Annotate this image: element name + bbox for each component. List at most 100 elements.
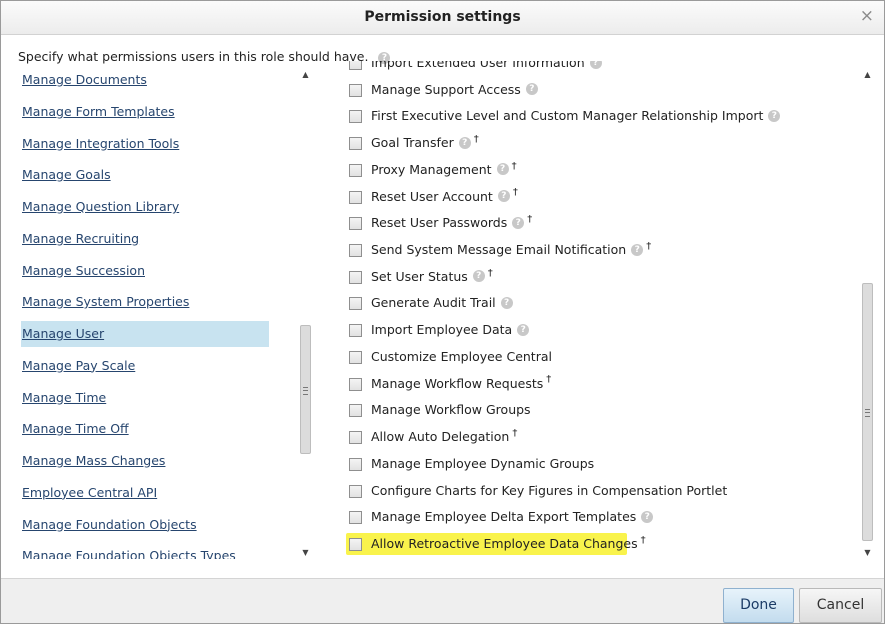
dagger-icon: † [512,187,518,199]
category-link[interactable]: Manage User [22,326,104,341]
permission-label[interactable]: Proxy Management [371,162,492,177]
cancel-button[interactable]: Cancel [799,588,882,623]
permission-label[interactable]: Customize Employee Central [371,349,552,364]
category-item[interactable]: Manage Pay Scale [21,353,269,379]
category-item[interactable]: Manage User [21,321,269,347]
help-icon[interactable]: ? [458,136,471,149]
permission-checkbox[interactable] [349,377,362,391]
category-link[interactable]: Employee Central API [22,485,157,500]
category-link[interactable]: Manage Question Library [22,199,179,214]
help-icon[interactable]: ? [472,270,485,283]
category-link[interactable]: Manage Pay Scale [22,358,135,373]
permission-checkbox[interactable] [349,244,362,258]
permission-label[interactable]: Configure Charts for Key Figures in Comp… [371,483,727,498]
permission-checkbox[interactable] [349,404,362,418]
permission-label[interactable]: Import Employee Data [371,322,512,337]
permission-checkbox[interactable] [349,484,362,498]
category-item[interactable]: Manage Mass Changes [21,448,269,474]
category-link[interactable]: Manage Goals [22,167,111,182]
permission-checkbox[interactable] [349,270,362,284]
permission-label[interactable]: Generate Audit Trail [371,295,496,310]
permission-label[interactable]: Reset User Account [371,189,493,204]
help-icon[interactable]: ? [497,190,510,203]
category-link[interactable]: Manage Succession [22,263,145,278]
category-item[interactable]: Employee Central API [21,480,269,506]
category-link[interactable]: Manage Form Templates [22,104,175,119]
permission-label[interactable]: Allow Auto Delegation [371,429,509,444]
category-item[interactable]: Manage System Properties [21,289,269,315]
permission-checkbox[interactable] [349,217,362,231]
permission-label[interactable]: Allow Retroactive Employee Data Changes [371,536,638,551]
scroll-up-arrow-icon[interactable]: ▲ [299,69,312,81]
permission-label[interactable]: Manage Workflow Groups [371,402,531,417]
permission-checkbox[interactable] [349,324,362,338]
category-link[interactable]: Manage Recruiting [22,231,139,246]
help-icon[interactable]: ? [525,83,538,96]
permission-checkbox[interactable] [349,297,362,311]
category-item[interactable]: Manage Goals [21,162,269,188]
permission-checkbox[interactable] [349,61,362,70]
permission-label-group: Set User Status? † [371,268,493,284]
category-item[interactable]: Manage Integration Tools [21,131,269,157]
category-item[interactable]: Manage Foundation Objects Types [21,543,269,559]
permission-checkbox[interactable] [349,537,362,551]
permission-label-group: Reset User Passwords? † [371,215,532,231]
help-icon[interactable]: ? [631,243,644,256]
category-link[interactable]: Manage Time [22,390,106,405]
scroll-down-arrow-icon[interactable]: ▼ [861,547,874,559]
category-link[interactable]: Manage System Properties [22,294,189,309]
category-list-scrollbar[interactable]: ▲ ▼ [299,69,312,559]
permission-label-group: Import Employee Data? [371,322,530,337]
permission-checkbox[interactable] [349,457,362,471]
help-icon[interactable]: ? [641,510,654,523]
permission-label[interactable]: Goal Transfer [371,135,454,150]
help-icon[interactable]: ? [768,109,781,122]
done-button[interactable]: Done [723,588,794,623]
permission-checkbox[interactable] [349,163,362,177]
category-item[interactable]: Manage Question Library [21,194,269,220]
scroll-up-arrow-icon[interactable]: ▲ [861,69,874,81]
permission-list-scrollbar[interactable]: ▲ ▼ [861,69,874,559]
permission-label[interactable]: Send System Message Email Notification [371,242,626,257]
help-icon[interactable]: ? [517,323,530,336]
category-link[interactable]: Manage Foundation Objects [22,517,197,532]
close-icon[interactable]: × [860,6,874,26]
scrollbar-thumb[interactable] [300,325,311,454]
category-item[interactable]: Manage Time Off [21,416,269,442]
help-icon[interactable]: ? [512,216,525,229]
category-item[interactable]: Manage Succession [21,258,269,284]
category-item[interactable]: Manage Documents [21,67,269,93]
permission-label-group: Customize Employee Central [371,349,552,364]
permission-label[interactable]: Import Extended User Information [371,61,585,70]
permission-label[interactable]: Manage Workflow Requests [371,376,543,391]
category-link[interactable]: Manage Foundation Objects Types [22,548,236,559]
category-link[interactable]: Manage Time Off [22,421,129,436]
permission-label-group: Import Extended User Information? [371,61,602,70]
permission-label[interactable]: Set User Status [371,269,468,284]
category-item[interactable]: Manage Foundation Objects [21,512,269,538]
category-link[interactable]: Manage Integration Tools [22,136,179,151]
permission-label[interactable]: Manage Employee Delta Export Templates [371,509,636,524]
permission-label[interactable]: Reset User Passwords [371,215,507,230]
scroll-down-arrow-icon[interactable]: ▼ [299,547,312,559]
permission-label[interactable]: First Executive Level and Custom Manager… [371,108,763,123]
permission-checkbox[interactable] [349,110,362,124]
category-link[interactable]: Manage Documents [22,72,147,87]
help-icon[interactable]: ? [500,296,513,309]
permission-checkbox[interactable] [349,350,362,364]
permission-label[interactable]: Manage Employee Dynamic Groups [371,456,594,471]
permission-label-group: Allow Auto Delegation † [371,428,517,444]
permission-checkbox[interactable] [349,137,362,151]
permission-checkbox[interactable] [349,83,362,97]
scrollbar-thumb[interactable] [862,283,873,541]
help-icon[interactable]: ? [496,163,509,176]
category-item[interactable]: Manage Time [21,385,269,411]
permission-checkbox[interactable] [349,431,362,445]
permission-checkbox[interactable] [349,511,362,525]
category-item[interactable]: Manage Form Templates [21,99,269,125]
permission-checkbox[interactable] [349,190,362,204]
category-link[interactable]: Manage Mass Changes [22,453,165,468]
permission-label[interactable]: Manage Support Access [371,82,521,97]
help-icon[interactable]: ? [589,61,602,69]
category-item[interactable]: Manage Recruiting [21,226,269,252]
